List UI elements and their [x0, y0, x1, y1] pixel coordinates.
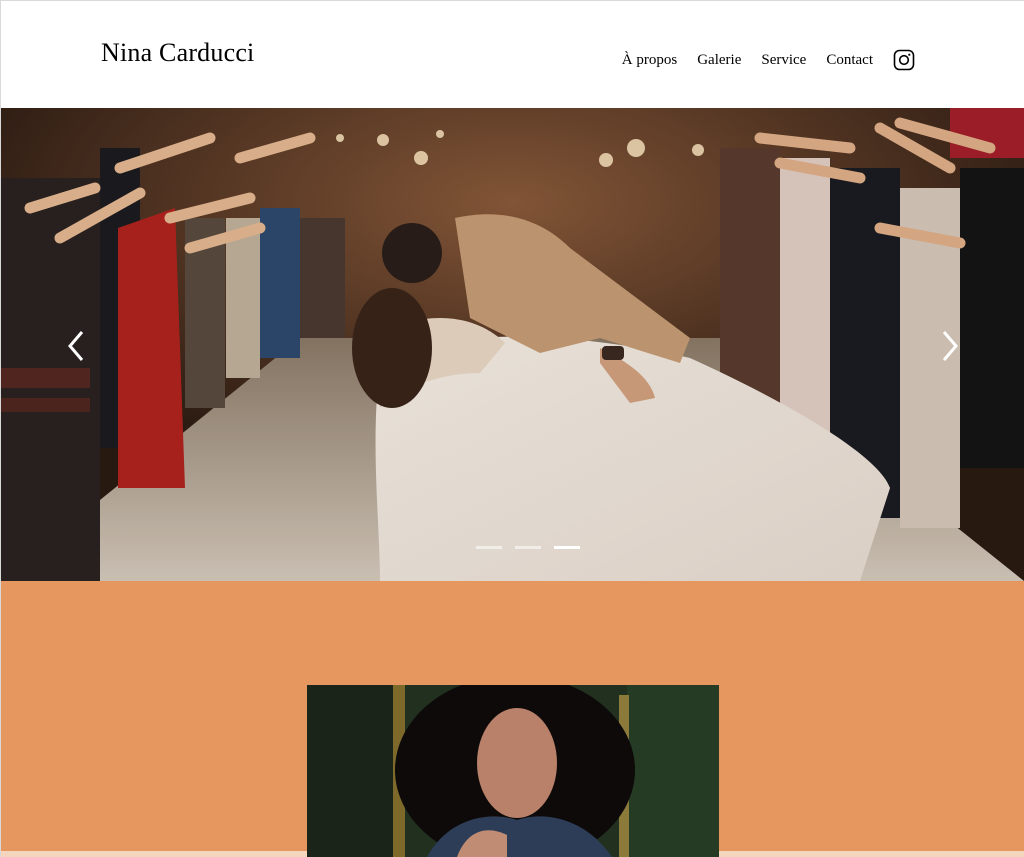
instagram-icon[interactable]: [893, 49, 915, 71]
carousel-indicators: [476, 546, 580, 549]
chevron-right-icon: [942, 331, 958, 361]
nav-link-contact[interactable]: Contact: [826, 52, 873, 69]
instagram-glyph: [893, 49, 915, 71]
carousel-indicator-3[interactable]: [554, 546, 580, 549]
brand-title: Nina Carducci: [101, 38, 255, 67]
nav-link-about[interactable]: À propos: [622, 52, 677, 69]
carousel-prev-button[interactable]: [64, 328, 88, 364]
chevron-left-icon: [68, 331, 84, 361]
site-header: Nina Carducci À propos Galerie Service C…: [0, 0, 1024, 108]
nav-link-gallery[interactable]: Galerie: [697, 52, 741, 69]
portrait-image: [307, 685, 719, 857]
hero-carousel: [0, 108, 1024, 581]
portrait-photo: [307, 685, 719, 857]
nav-link-service[interactable]: Service: [761, 52, 806, 69]
wedding-photo: [0, 108, 1024, 581]
main-nav: À propos Galerie Service Contact: [622, 46, 915, 74]
carousel-indicator-1[interactable]: [476, 546, 502, 549]
carousel-indicator-2[interactable]: [515, 546, 541, 549]
carousel-next-button[interactable]: [938, 328, 962, 364]
